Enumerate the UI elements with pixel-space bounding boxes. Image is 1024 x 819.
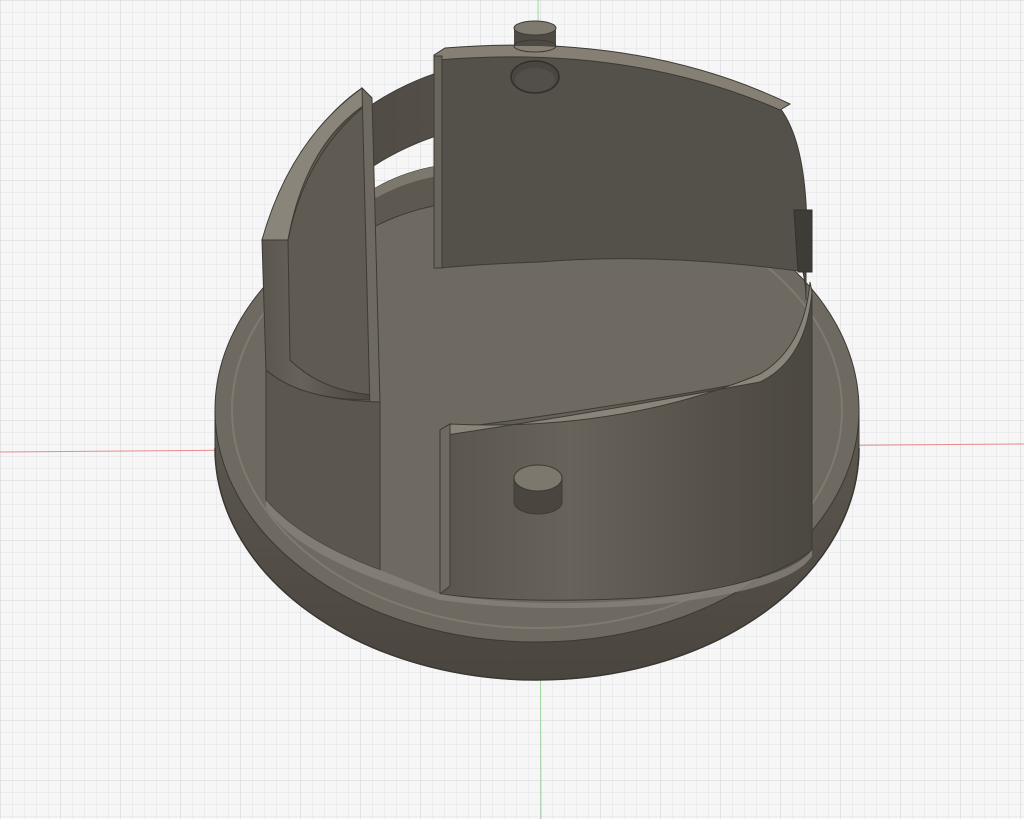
viewport-canvas[interactable] [0, 0, 1024, 819]
front-pin [513, 464, 563, 515]
3d-viewport[interactable] [0, 0, 1024, 819]
back-wall-cut-face [433, 55, 443, 269]
front-wall-cut-face [439, 423, 451, 596]
back-wall-hole [510, 60, 560, 94]
